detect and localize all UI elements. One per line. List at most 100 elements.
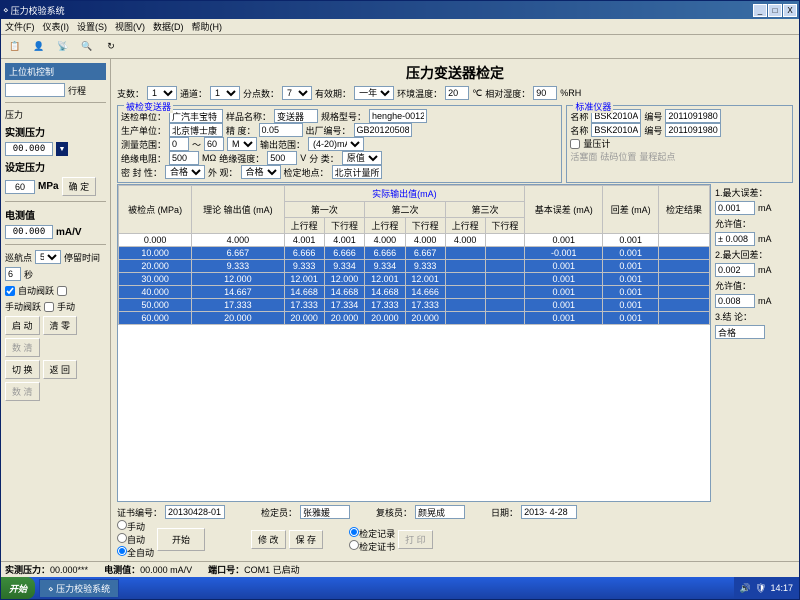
hdr-actual: 实际输出值(mA) (284, 186, 525, 202)
sn-input[interactable] (354, 123, 412, 137)
maximize-button[interactable]: □ (768, 4, 782, 17)
calloc-input[interactable] (332, 165, 382, 179)
table-row[interactable]: 30.00012.00012.00112.00012.00112.0010.00… (119, 273, 710, 286)
dwell-input[interactable] (5, 267, 21, 281)
mode-manual-radio[interactable] (117, 520, 127, 530)
cruise-label: 巡航点 (5, 251, 32, 264)
chan-label: 通道： (180, 87, 207, 100)
calcert-radio[interactable] (349, 540, 359, 550)
close-button[interactable]: X (783, 4, 797, 17)
status-e-label: 电测值： (104, 565, 140, 575)
menu-view[interactable]: 视图(V) (115, 20, 145, 33)
menu-settings[interactable]: 设置(S) (77, 20, 107, 33)
out-label: 输出范围： (260, 138, 305, 151)
mode-auto-radio[interactable] (117, 533, 127, 543)
manual-valve-check[interactable] (57, 286, 67, 296)
travel-input[interactable] (5, 83, 65, 97)
range-lo-input[interactable] (169, 137, 189, 151)
mfr-input[interactable] (169, 123, 223, 137)
calrec-radio[interactable] (349, 527, 359, 537)
modify-button[interactable]: 修 改 (251, 530, 286, 549)
insv-input[interactable] (267, 151, 297, 165)
acc-input[interactable] (259, 123, 303, 137)
start-menu-button[interactable]: 开始 (1, 577, 35, 599)
unit-input[interactable] (169, 109, 223, 123)
table-row[interactable]: 20.0009.3339.3339.3349.3349.3330.0010.00… (119, 260, 710, 273)
valid-select[interactable]: 一年 (354, 86, 394, 100)
menu-data[interactable]: 数据(D) (153, 20, 184, 33)
piezo-check[interactable] (570, 139, 580, 149)
actual-pressure-dropdown[interactable]: ▼ (56, 142, 68, 156)
pts-select[interactable]: 1 (147, 86, 177, 100)
out-select[interactable]: (4-20)mA (308, 137, 364, 151)
insr-input[interactable] (169, 151, 199, 165)
return-button[interactable]: 返 回 (43, 360, 78, 379)
max-hys-value (715, 263, 755, 277)
menu-help[interactable]: 帮助(H) (192, 20, 223, 33)
table-row[interactable]: 40.00014.66714.66814.66814.66814.6660.00… (119, 286, 710, 299)
table-row[interactable]: 50.00017.33317.33317.33417.33317.3330.00… (119, 299, 710, 312)
confirm-button[interactable]: 确 定 (62, 177, 97, 196)
table-row[interactable]: 60.00020.00020.00020.00020.00020.0000.00… (119, 312, 710, 325)
look-select[interactable]: 合格 (241, 165, 281, 179)
menu-instrument[interactable]: 仪表(I) (43, 20, 70, 33)
start-button[interactable]: 启 动 (5, 316, 40, 335)
cert-input[interactable] (165, 505, 225, 519)
hdr-up3: 上行程 (445, 218, 485, 234)
sn1-label: 编号 (644, 110, 662, 123)
taskbar-item[interactable]: ⋄ 压力校验系统 (39, 579, 119, 598)
print-button[interactable]: 打 印 (398, 530, 433, 549)
calloc-label: 检定地点： (284, 166, 329, 179)
data-table[interactable]: 被检点 (MPa)理论 输出值 (mA)实际输出值(mA)基本误差 (mA)回差… (117, 184, 711, 502)
std-name2[interactable] (591, 123, 641, 137)
conclusion-label: 3.结 论： (715, 310, 791, 323)
switch-button[interactable]: 切 换 (5, 360, 40, 379)
date-input[interactable] (521, 505, 577, 519)
menubar: 文件(F) 仪表(I) 设置(S) 视图(V) 数据(D) 帮助(H) (1, 19, 799, 35)
toolbar-btn-5[interactable]: ↻ (101, 37, 121, 57)
clear-button[interactable]: 清 零 (43, 316, 78, 335)
grade-select[interactable]: 原值 (342, 151, 382, 165)
spec-input[interactable] (369, 109, 427, 123)
std-sn1[interactable] (665, 109, 721, 123)
taskbar: 开始 ⋄ 压力校验系统 🔊🛡14:17 (1, 577, 799, 599)
minimize-button[interactable]: _ (753, 4, 767, 17)
mode-fullauto-radio[interactable] (117, 546, 127, 556)
range-hi-input[interactable] (204, 137, 224, 151)
temp-input[interactable] (445, 86, 469, 100)
save-button[interactable]: 保 存 (289, 530, 324, 549)
max-error-value (715, 201, 755, 215)
status-e-value: 00.000 mA/V (140, 565, 192, 575)
range-unit-select[interactable]: MPa (227, 137, 257, 151)
reset-button[interactable]: 数 清 (5, 338, 40, 357)
table-row[interactable]: 10.0006.6676.6666.6666.6666.667-0.0010.0… (119, 247, 710, 260)
toolbar-btn-1[interactable]: 📋 (5, 37, 25, 57)
std-sn2[interactable] (665, 123, 721, 137)
table-row[interactable]: 0.0004.0004.0014.0014.0004.0004.0000.001… (119, 234, 710, 247)
chan-select[interactable]: 1 (210, 86, 240, 100)
toolbar-btn-4[interactable]: 🔍 (77, 37, 97, 57)
sidebar-tab[interactable]: 上位机控制 (5, 63, 106, 80)
toolbar-btn-2[interactable]: 👤 (29, 37, 49, 57)
auto-valve-check[interactable] (5, 286, 15, 296)
toolbar-btn-3[interactable]: 📡 (53, 37, 73, 57)
div-select[interactable]: 7 (282, 86, 312, 100)
reset2-button[interactable]: 数 清 (5, 382, 40, 401)
humid-input[interactable] (533, 86, 557, 100)
range-label: 测量范围： (121, 138, 166, 151)
begin-button[interactable]: 开始 (157, 528, 205, 551)
seal-select[interactable]: 合格 (165, 165, 205, 179)
cruise-select[interactable]: 5 (35, 250, 61, 264)
hdr-hysteresis: 回差 (mA) (603, 186, 659, 234)
manual-label: 手动 (57, 300, 75, 313)
sidebar: 上位机控制 行程 压力 实测压力 00.000▼ 设定压力 MPa确 定 电测值… (1, 59, 111, 561)
rev-input[interactable] (415, 505, 465, 519)
sn-label: 出厂编号： (306, 124, 351, 137)
menu-file[interactable]: 文件(F) (5, 20, 35, 33)
set-pressure-input[interactable] (5, 180, 35, 194)
insp-label: 检定员： (261, 506, 297, 519)
insp-input[interactable] (300, 505, 350, 519)
sample-input[interactable] (274, 109, 318, 123)
system-tray[interactable]: 🔊🛡14:17 (734, 577, 799, 599)
manual-check[interactable] (44, 302, 54, 312)
